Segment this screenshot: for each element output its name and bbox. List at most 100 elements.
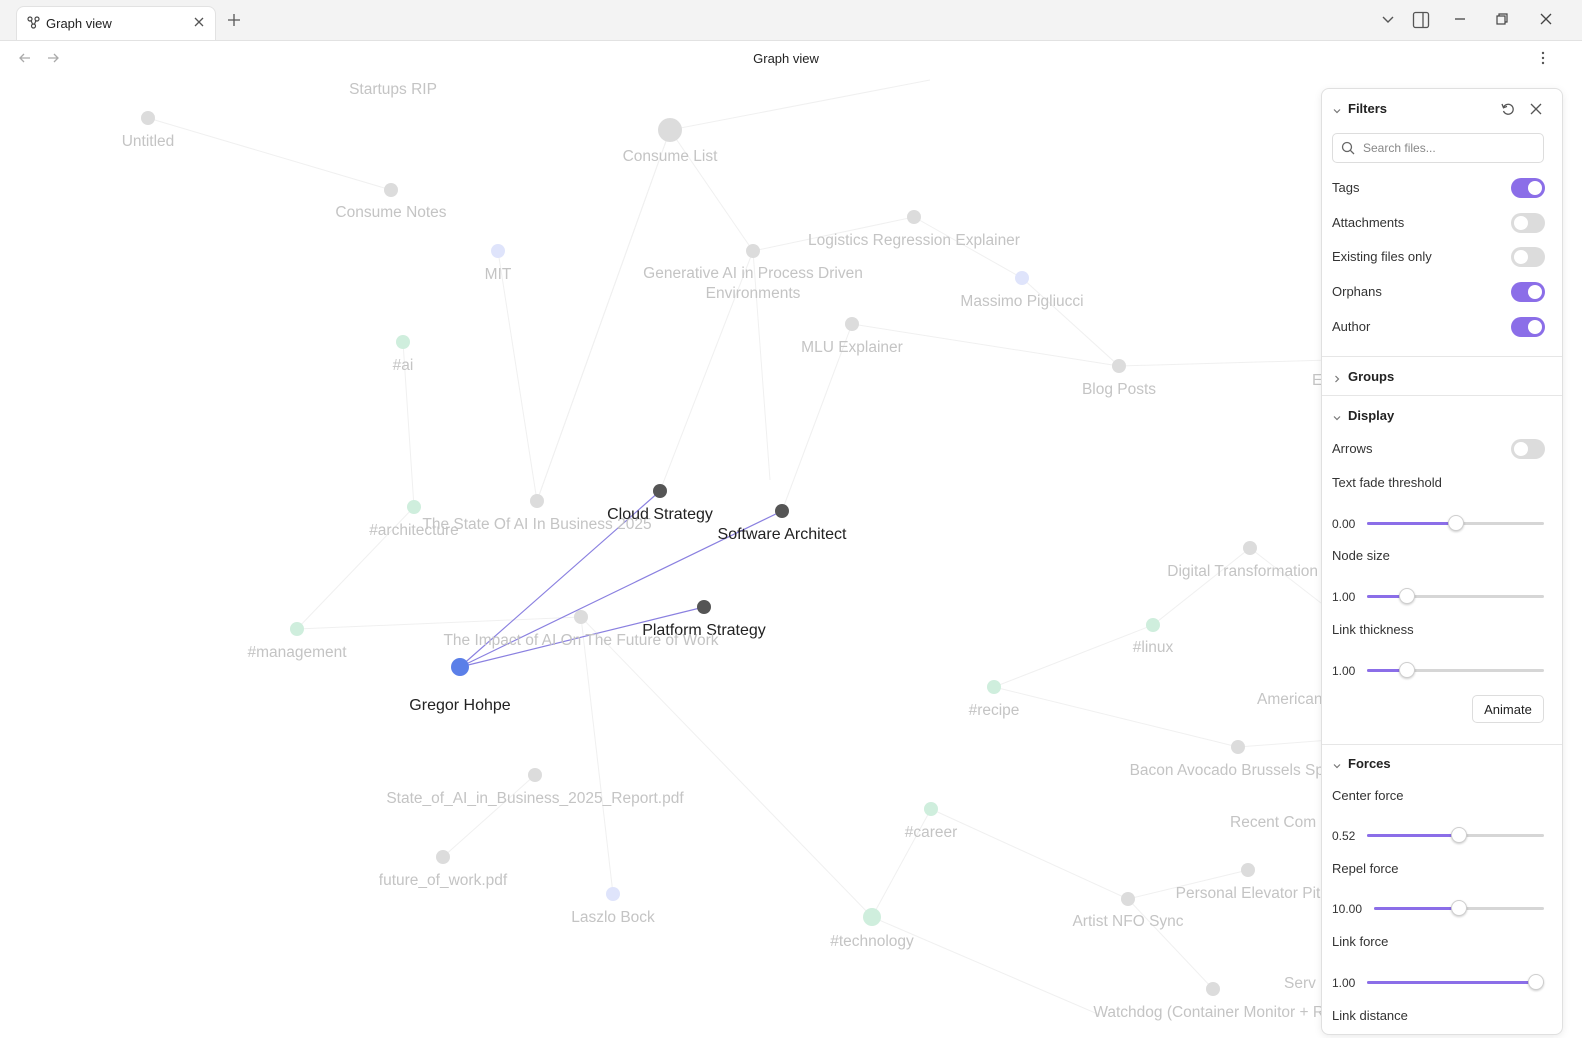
arrows-toggle[interactable] [1511,439,1545,459]
search-files-field[interactable] [1332,133,1544,163]
display-section-header[interactable]: Display [1322,402,1562,430]
link-force-value: 1.00 [1332,976,1356,990]
graph-node[interactable]: MIT [485,244,512,283]
graph-node[interactable]: Logistics Regression Explainer [808,210,1020,249]
graph-node[interactable]: MLU Explainer [801,317,903,356]
link-force-label: Link force [1332,934,1389,949]
graph-node-label: Watchdog (Container Monitor + Re [1093,1004,1332,1021]
graph-node-dot[interactable] [290,622,304,636]
graph-node-label: State_of_AI_in_Business_2025_Report.pdf [386,790,684,807]
divider [1322,356,1562,357]
graph-link-faint [580,616,873,918]
graph-node-label: #technology [830,933,914,950]
graph-node-label: American [1257,691,1322,708]
graph-node-label: Gregor Hohpe [409,697,510,714]
graph-node[interactable]: Massimo Pigliucci [960,271,1084,310]
node-size-slider[interactable] [1367,588,1544,604]
attachments-toggle[interactable] [1511,213,1545,233]
graph-node-label: Personal Elevator Pit [1176,885,1321,902]
graph-link-faint [536,129,671,502]
graph-node[interactable]: Software Architect [718,504,848,543]
graph-link-faint [669,79,931,131]
graph-node-dot[interactable] [396,335,410,349]
graph-node[interactable]: #career [905,802,958,841]
graph-node-dot[interactable] [530,494,544,508]
graph-node-dot[interactable] [528,768,542,782]
graph-node[interactable]: #ai [393,335,414,374]
graph-node[interactable]: Serv [1284,975,1316,992]
graph-node-dot[interactable] [924,802,938,816]
close-panel-icon[interactable] [1529,102,1543,121]
graph-node-dot[interactable] [141,111,155,125]
graph-node-dot[interactable] [697,600,711,614]
graph-node-dot[interactable] [384,183,398,197]
graph-node[interactable]: Consume Notes [335,183,447,221]
graph-node-label: Serv [1284,975,1316,992]
search-files-input[interactable] [1361,140,1540,156]
graph-node[interactable]: Consume List [623,118,718,165]
graph-node[interactable]: State_of_AI_in_Business_2025_Report.pdf [386,768,684,807]
graph-node-dot[interactable] [451,658,469,676]
graph-node[interactable]: #linux [1133,618,1174,656]
graph-node-dot[interactable] [987,680,1001,694]
link-thickness-slider[interactable] [1367,662,1544,678]
graph-node[interactable]: Environments [706,285,801,302]
graph-node-dot[interactable] [746,244,760,258]
graph-node-label: Cloud Strategy [607,506,713,523]
repel-force-slider[interactable] [1374,900,1544,916]
center-force-slider[interactable] [1367,827,1544,843]
graph-node-dot[interactable] [1112,359,1126,373]
orphans-toggle[interactable] [1511,282,1545,302]
graph-node-dot[interactable] [491,244,505,258]
graph-node-dot[interactable] [653,484,667,498]
graph-node-dot[interactable] [775,504,789,518]
graph-node[interactable]: Untitled [122,111,175,150]
graph-node-dot[interactable] [863,908,881,926]
graph-node-dot[interactable] [407,500,421,514]
graph-node[interactable]: Artist NFO Sync [1072,892,1184,930]
filters-section-header[interactable]: Filters [1322,95,1562,123]
graph-node[interactable]: Startups RIP [349,81,437,98]
graph-node-dot[interactable] [1243,541,1257,555]
groups-section-header[interactable]: Groups [1322,363,1562,391]
graph-node-dot[interactable] [606,887,620,901]
graph-node-dot[interactable] [907,210,921,224]
graph-node[interactable]: American [1257,691,1322,708]
graph-node-dot[interactable] [1231,740,1245,754]
graph-node[interactable]: #technology [830,908,914,950]
graph-node-dot[interactable] [574,610,588,624]
divider [1322,395,1562,396]
graph-node[interactable]: Recent Com [1230,814,1316,831]
text-fade-threshold-slider[interactable] [1367,515,1544,531]
graph-node-dot[interactable] [1121,892,1135,906]
existing-files-only-toggle[interactable] [1511,247,1545,267]
graph-node-dot[interactable] [1146,618,1160,632]
graph-node-dot[interactable] [1015,271,1029,285]
graph-node[interactable]: #recipe [969,680,1020,719]
graph-node-dot[interactable] [658,118,682,142]
graph-node[interactable]: Laszlo Bock [571,887,655,926]
chevron-down-icon [1332,410,1342,428]
graph-settings-panel: Filters Tags Attachments Existing files … [1321,88,1563,1035]
graph-node-dot[interactable] [1206,982,1220,996]
graph-link-faint [442,774,536,858]
graph-node[interactable]: Generative AI in Process Driven [643,244,863,282]
graph-node[interactable]: Cloud Strategy [607,484,713,523]
graph-node-dot[interactable] [436,850,450,864]
graph-node[interactable]: Bacon Avocado Brussels Sprou [1130,740,1347,779]
link-force-slider[interactable] [1367,974,1544,990]
graph-node[interactable]: Digital Transformation S [1167,541,1333,580]
text-fade-threshold-label: Text fade threshold [1332,475,1442,490]
animate-button[interactable]: Animate [1472,695,1544,723]
graph-node-dot[interactable] [1241,863,1255,877]
chevron-right-icon [1332,371,1342,389]
graph-node-label: #ai [393,357,414,374]
author-toggle[interactable] [1511,317,1545,337]
graph-node[interactable]: Gregor Hohpe [409,658,511,714]
tags-toggle[interactable] [1511,178,1545,198]
restore-defaults-icon[interactable] [1500,101,1516,122]
graph-node-dot[interactable] [845,317,859,331]
search-icon [1341,141,1355,160]
graph-node[interactable]: future_of_work.pdf [379,850,508,889]
forces-section-header[interactable]: Forces [1322,750,1562,778]
